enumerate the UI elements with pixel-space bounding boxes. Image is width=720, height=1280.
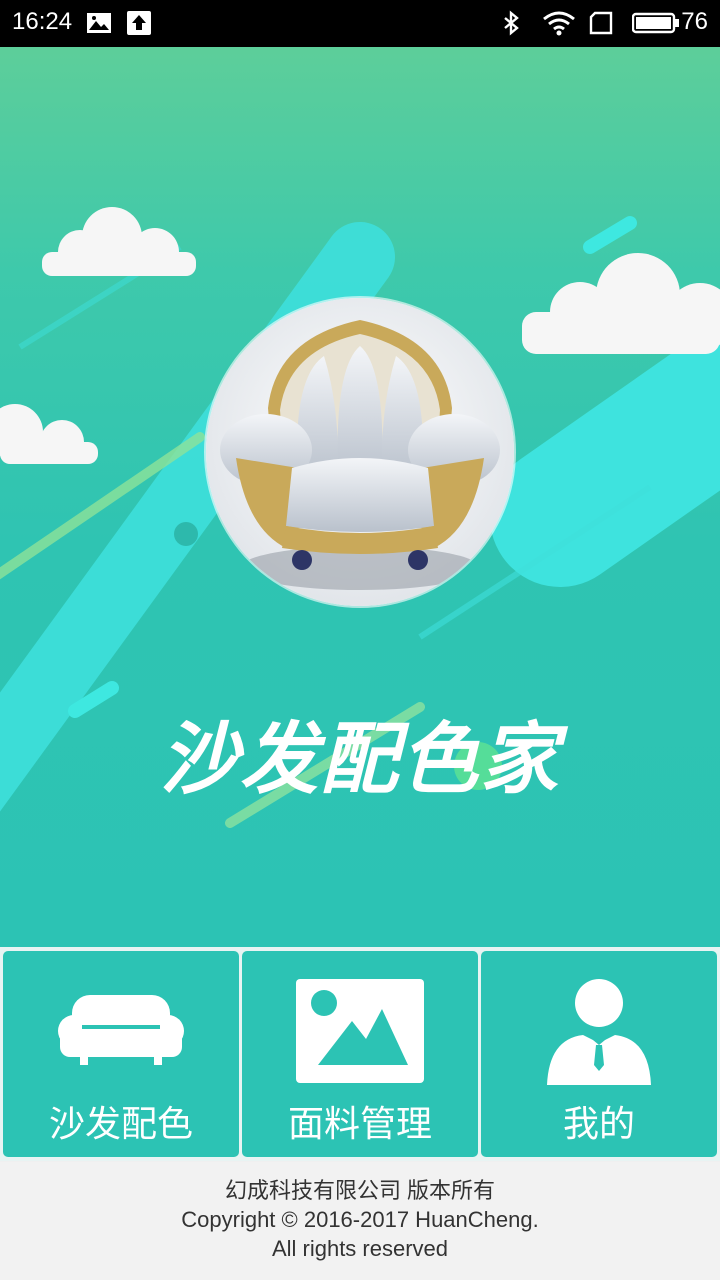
cloud-left-top: [42, 207, 196, 276]
main-menu: 沙发配色 面料管理 我的: [0, 947, 720, 1161]
battery-percentage: 76: [681, 8, 708, 35]
wifi-icon: [543, 11, 575, 36]
footer: 幻成科技有限公司 版本所有 Copyright © 2016-2017 Huan…: [0, 1162, 720, 1280]
menu-tile-mine[interactable]: 我的: [481, 951, 717, 1157]
menu-label-mine: 我的: [562, 1104, 635, 1145]
image-icon: [87, 13, 111, 33]
footer-company: 幻成科技有限公司 版本所有: [224, 1178, 496, 1203]
footer-rights: All rights reserved: [271, 1236, 449, 1261]
menu-tile-fabric-management[interactable]: 面料管理: [242, 951, 478, 1157]
sofa-icon: [58, 995, 184, 1065]
cloud-left-mid: [0, 404, 98, 464]
logo-armchair-image: [206, 298, 514, 606]
upload-icon: [127, 11, 151, 35]
menu-label-sofa-color: 沙发配色: [48, 1104, 193, 1145]
sim-icon: [589, 11, 613, 35]
status-bar: 16:24 76: [0, 0, 720, 47]
bluetooth-icon: [504, 10, 519, 36]
menu-label-fabric-management: 面料管理: [287, 1104, 432, 1145]
person-icon: [547, 979, 651, 1085]
footer-copyright: Copyright © 2016-2017 HuanCheng.: [181, 1207, 539, 1232]
battery-icon: [632, 12, 679, 34]
menu-tile-sofa-color[interactable]: 沙发配色: [3, 951, 239, 1157]
status-time: 16:24: [12, 8, 73, 35]
app-title: 沙发配色家: [159, 715, 560, 805]
cloud-right: [522, 253, 720, 354]
armchair-photo: [206, 298, 514, 606]
picture-icon: [296, 979, 424, 1083]
hero-banner: 沙发配色家: [0, 47, 720, 947]
